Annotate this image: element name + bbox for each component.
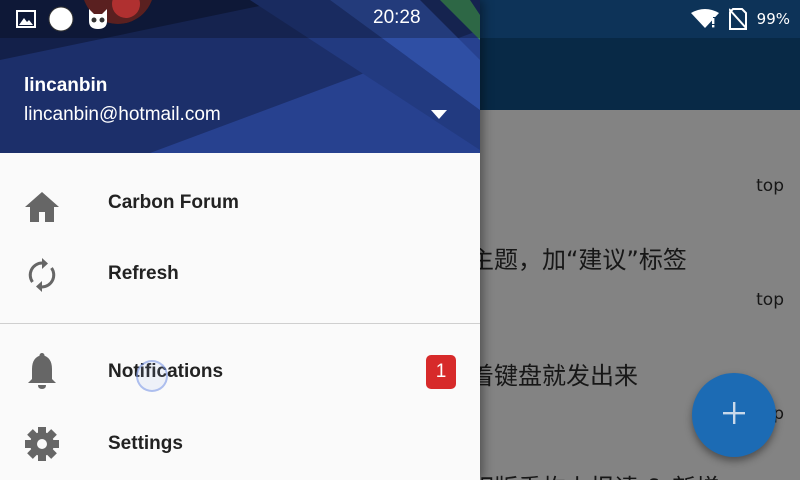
image-icon <box>16 10 36 32</box>
notification-icons <box>16 6 110 36</box>
add-icon <box>723 402 745 428</box>
battery-level: 99% <box>756 10 790 28</box>
menu-item-notifications[interactable]: Notifications 1 <box>0 337 480 409</box>
clock: 20:28 <box>373 7 421 28</box>
menu-divider <box>0 323 480 324</box>
bell-icon <box>24 353 60 389</box>
navigation-drawer: 20:28 lincanbin lincanbin@hotmail.com Ca… <box>0 0 480 480</box>
cat-mask-icon <box>86 7 110 35</box>
menu-item-label: Refresh <box>108 263 179 284</box>
menu-item-label: Settings <box>108 433 183 454</box>
status-bar: 20:28 <box>0 0 480 38</box>
home-icon <box>24 189 60 225</box>
user-email: lincanbin@hotmail.com <box>24 104 221 125</box>
menu-item-refresh[interactable]: Refresh <box>0 239 480 311</box>
menu-item-label: Carbon Forum <box>108 192 239 213</box>
drawer-header: 20:28 lincanbin lincanbin@hotmail.com <box>0 0 480 153</box>
triangle-down-icon <box>431 109 447 119</box>
circle-icon <box>48 6 74 36</box>
account-dropdown-toggle[interactable] <box>426 104 452 124</box>
status-indicators: 99% <box>690 0 790 38</box>
touch-ripple <box>136 360 168 392</box>
notification-count-badge: 1 <box>426 355 456 389</box>
user-name: lincanbin <box>24 75 108 96</box>
new-topic-button[interactable] <box>692 373 776 457</box>
menu-item-carbon-forum[interactable]: Carbon Forum <box>0 167 480 239</box>
menu-item-settings[interactable]: Settings <box>0 409 480 480</box>
wifi-icon <box>690 9 719 29</box>
gear-icon <box>24 426 60 462</box>
refresh-icon <box>24 257 60 293</box>
no-sim-icon <box>728 8 747 30</box>
